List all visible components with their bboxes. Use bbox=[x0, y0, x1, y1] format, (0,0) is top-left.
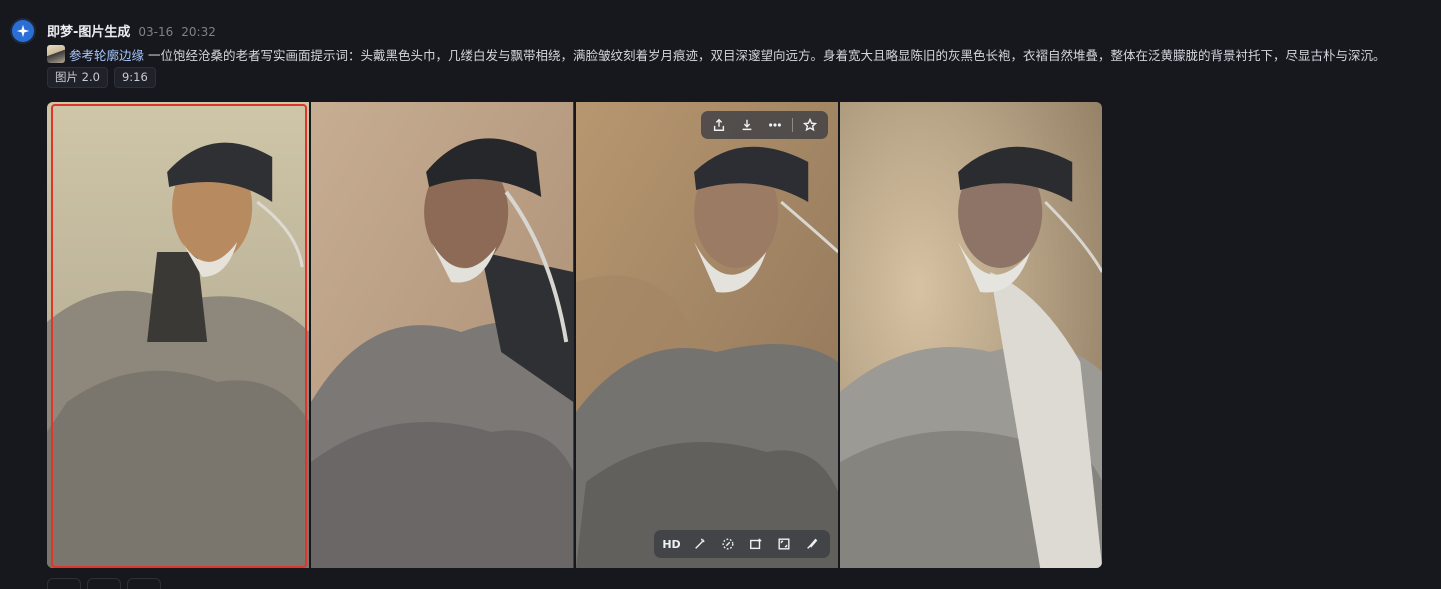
more-icon[interactable] bbox=[761, 111, 789, 139]
generated-image-1[interactable] bbox=[47, 102, 310, 568]
message-header: 即梦-图片生成 03-16 20:32 bbox=[47, 21, 216, 40]
brush-icon[interactable] bbox=[798, 530, 826, 558]
toolbar-divider bbox=[791, 118, 793, 132]
message-time: 20:32 bbox=[181, 25, 216, 39]
generated-image-2[interactable] bbox=[311, 102, 574, 568]
portrait-image bbox=[839, 102, 1102, 568]
hd-button[interactable]: HD bbox=[658, 530, 686, 558]
portrait-image bbox=[311, 102, 574, 568]
star-icon[interactable] bbox=[796, 111, 824, 139]
share-icon[interactable] bbox=[705, 111, 733, 139]
prompt-row: 参考轮廓边缘 一位饱经沧桑的老者写实画面提示词：头戴黑色头巾，几缕白发与飘带相绕… bbox=[47, 44, 1435, 64]
ratio-tag: 9:16 bbox=[113, 67, 156, 88]
image-grid: HD bbox=[47, 102, 1102, 568]
tag-row: 图片 2.0 9:16 bbox=[47, 67, 156, 88]
model-tag: 图片 2.0 bbox=[47, 67, 108, 88]
image-action-toolbar bbox=[700, 111, 828, 139]
magic-wand-icon[interactable] bbox=[686, 530, 714, 558]
generated-image-4[interactable] bbox=[839, 102, 1102, 568]
bot-avatar[interactable] bbox=[12, 20, 34, 42]
expand-image-icon[interactable] bbox=[742, 530, 770, 558]
generated-image-3[interactable]: HD bbox=[575, 102, 838, 568]
sender-name[interactable]: 即梦-图片生成 bbox=[47, 21, 130, 40]
download-icon[interactable] bbox=[733, 111, 761, 139]
crop-icon[interactable] bbox=[770, 530, 798, 558]
image-edit-toolbar: HD bbox=[653, 530, 830, 558]
eraser-icon[interactable] bbox=[714, 530, 742, 558]
portrait-image bbox=[575, 102, 838, 568]
reference-label[interactable]: 参考轮廓边缘 bbox=[69, 45, 144, 64]
prompt-text: 一位饱经沧桑的老者写实画面提示词：头戴黑色头巾，几缕白发与飘带相绕，满脸皱纹刻着… bbox=[148, 47, 1386, 63]
reference-thumbnail[interactable] bbox=[47, 45, 65, 63]
portrait-image bbox=[47, 102, 310, 568]
sparkle-icon bbox=[16, 24, 30, 38]
message-date: 03-16 bbox=[138, 25, 174, 39]
